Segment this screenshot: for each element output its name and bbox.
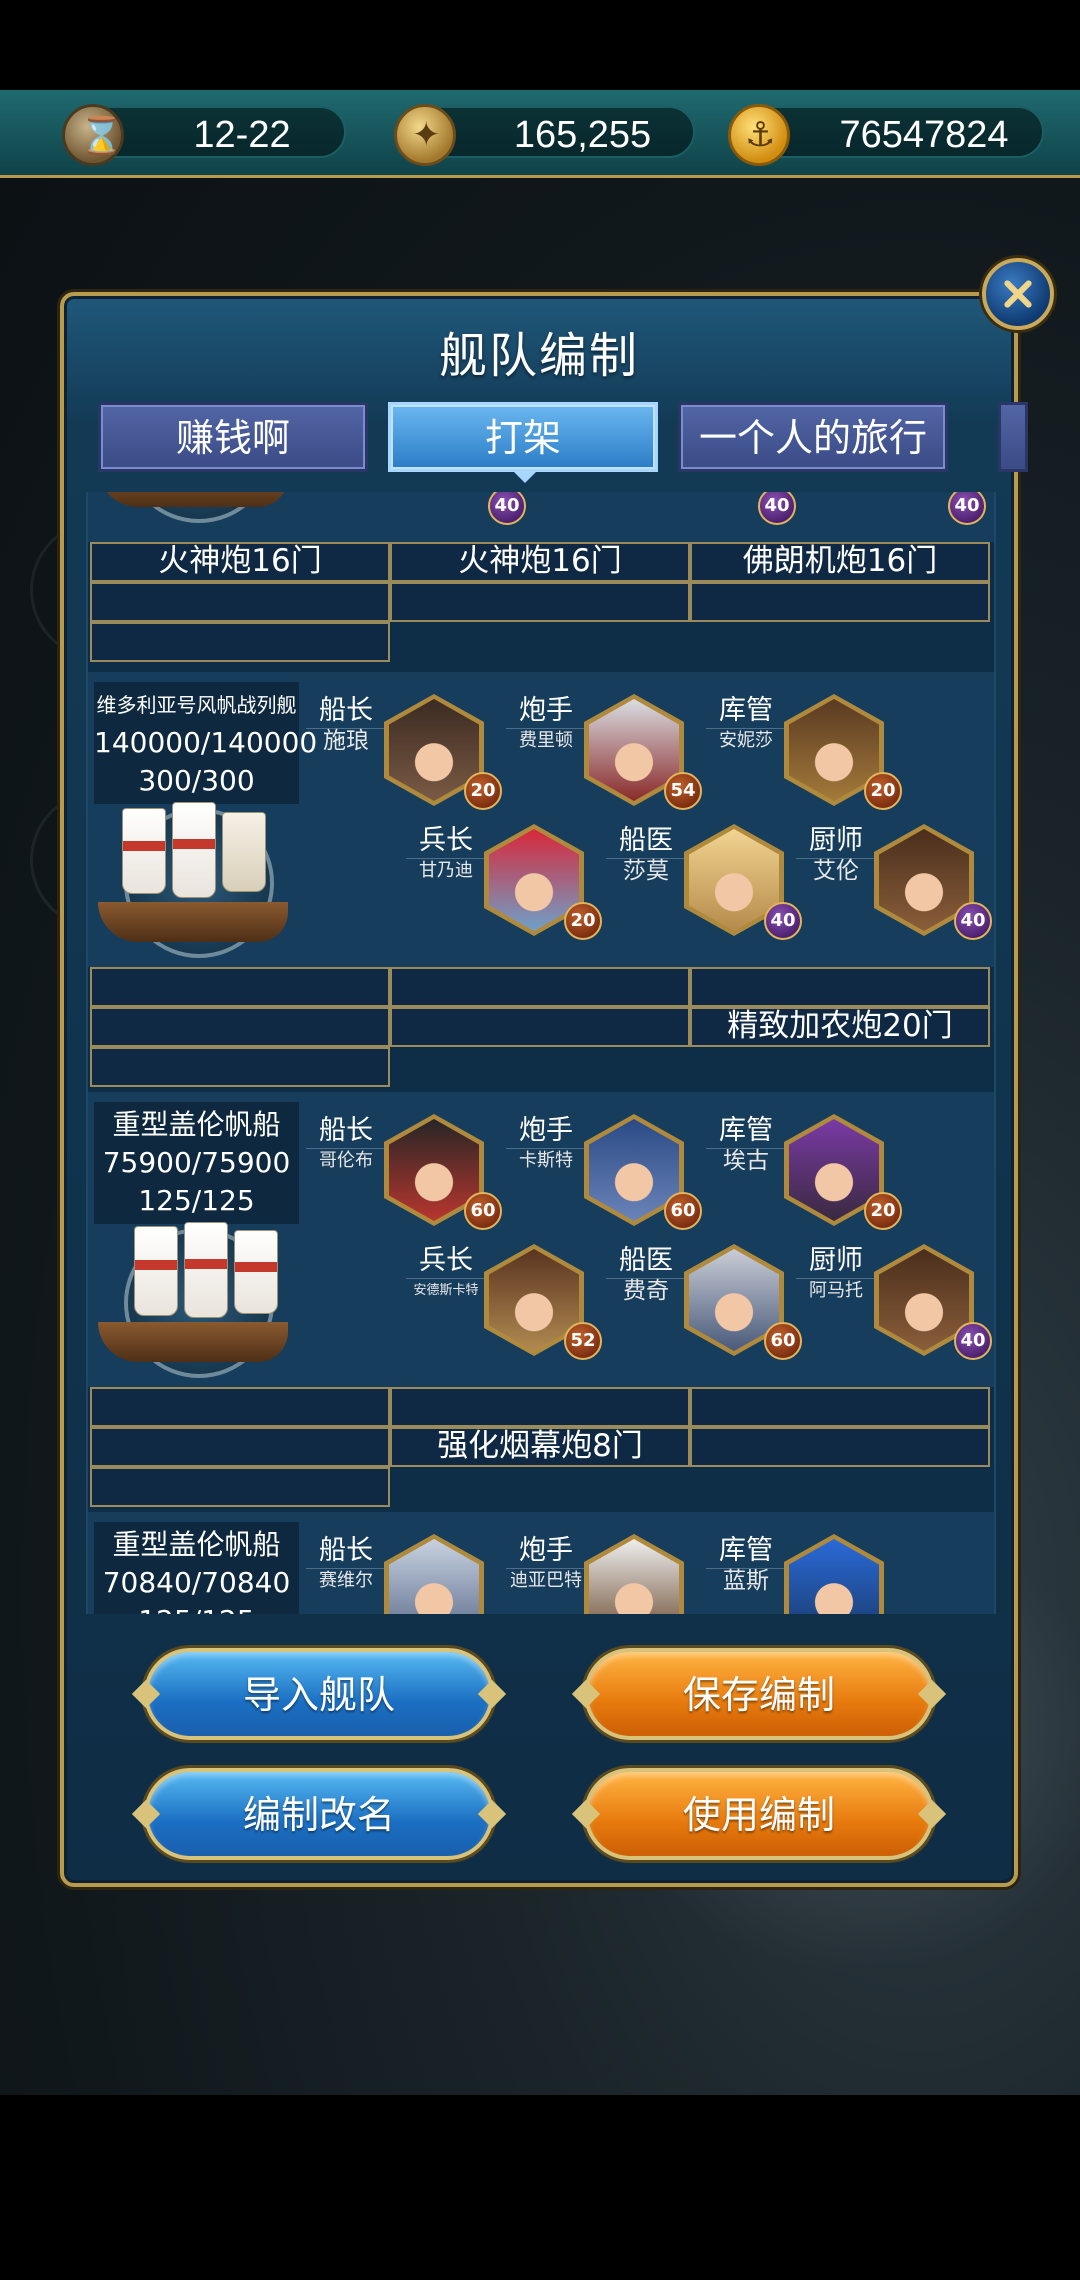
cannon-slot[interactable] — [90, 967, 390, 1007]
ship-name: 重型盖伦帆船 — [112, 1108, 281, 1141]
tab-earn-money[interactable]: 赚钱啊 — [98, 402, 368, 472]
ship-name: 维多利亚号风帆战列舰 — [96, 693, 297, 717]
ship-card[interactable]: 重型盖伦帆船 70840/70840 125/125 船长赛维尔 炮手迪亚巴特 … — [88, 1512, 994, 1614]
level-badge: 40 — [954, 902, 992, 940]
level-badge: 40 — [764, 902, 802, 940]
cannon-slot[interactable] — [390, 582, 690, 622]
ship-durability: 140000/140000 — [94, 726, 318, 759]
cannon-slots: 精致加农炮20门 — [88, 967, 994, 1087]
gold-value: 76547824 — [839, 114, 1009, 156]
panel-title: 舰队编制 — [438, 328, 639, 384]
level-badge: 52 — [564, 1322, 602, 1360]
level-badge: 60 — [664, 1192, 702, 1230]
ship-durability: 75900/75900 — [102, 1146, 291, 1179]
crew-role-doctor: 船医 费奇 — [606, 1244, 686, 1303]
ship-durability: 70840/70840 — [102, 1566, 291, 1599]
cannon-slot[interactable] — [690, 582, 990, 622]
ship-card[interactable]: 重型盖伦帆船 75900/75900 125/125 船长 哥伦布 60 炮手 卡斯… — [88, 1092, 994, 1387]
use-formation-button[interactable]: 使用编制 — [584, 1768, 934, 1860]
hourglass-icon — [62, 104, 124, 166]
cannon-slots: 强化烟幕炮8门 — [88, 1387, 994, 1507]
compass-counter: 165,255 — [394, 104, 695, 166]
tab-fight[interactable]: 打架 — [388, 402, 658, 483]
ship-info: 维多利亚号风帆战列舰 140000/140000 300/300 — [94, 682, 318, 804]
cannon-slot[interactable] — [90, 622, 390, 662]
cannon-slot[interactable]: 火神炮16门 — [390, 542, 690, 582]
cannon-slot[interactable] — [90, 1427, 390, 1467]
gold-counter: 76547824 — [728, 104, 1044, 166]
import-fleet-button[interactable]: 导入舰队 — [144, 1648, 494, 1740]
level-badge: 40 — [954, 1322, 992, 1360]
cannon-slot[interactable] — [390, 1387, 690, 1427]
cannon-slot[interactable] — [90, 1387, 390, 1427]
fleet-list[interactable]: 40 40 40 火神炮16门 火神炮16门 佛朗机炮16门 维多利亚号风帆战列… — [86, 492, 996, 1614]
level-badge: 20 — [564, 902, 602, 940]
ship-crew-count: 125/125 — [94, 1602, 299, 1614]
crew-role-captain: 船长 赛维尔 — [306, 1534, 386, 1593]
crew-portrait[interactable] — [784, 1534, 884, 1614]
crew-role-sergeant: 兵长 安德斯卡特 — [406, 1244, 486, 1303]
cannon-slot[interactable] — [90, 1467, 390, 1507]
ship-image — [94, 802, 304, 962]
cannon-slot[interactable] — [90, 1047, 390, 1087]
fleet-formation-panel: 舰队编制 赚钱啊 打架 一个人的旅行 40 40 40 火神炮16门 火神炮16… — [60, 292, 1028, 1887]
crew-portrait[interactable] — [384, 1534, 484, 1614]
crew-role-gunner: 炮手 费里顿 — [506, 694, 586, 753]
level-badge: 40 — [948, 492, 986, 525]
crew-role-captain: 船长 施琅 — [306, 694, 386, 753]
ship-crew-count: 300/300 — [138, 764, 255, 797]
level-badge: 60 — [764, 1322, 802, 1360]
level-badge: 40 — [488, 492, 526, 525]
date-counter: 12-22 — [62, 104, 346, 166]
resource-bar: 12-22 165,255 76547824 — [0, 90, 1080, 178]
compass-icon — [394, 104, 456, 166]
compass-value: 165,255 — [513, 114, 652, 156]
cannon-slot[interactable]: 精致加农炮20门 — [690, 1007, 990, 1047]
anchor-icon — [728, 104, 790, 166]
cannon-slots-previous: 火神炮16门 火神炮16门 佛朗机炮16门 — [88, 542, 994, 662]
crew-role-cook: 厨师 艾伦 — [796, 824, 876, 883]
crew-role-quartermaster: 库管 安妮莎 — [706, 694, 786, 753]
close-icon[interactable] — [982, 258, 1054, 330]
crew-role-quartermaster: 库管 蓝斯 — [706, 1534, 786, 1593]
ship-info: 重型盖伦帆船 75900/75900 125/125 — [94, 1102, 299, 1224]
crew-role-doctor: 船医 莎莫 — [606, 824, 686, 883]
cannon-slot[interactable] — [390, 967, 690, 1007]
cannon-slot[interactable] — [90, 1007, 390, 1047]
crew-role-cook: 厨师 阿马托 — [796, 1244, 876, 1303]
ship-name: 重型盖伦帆船 — [112, 1528, 281, 1561]
ship-crew-count: 125/125 — [138, 1184, 255, 1217]
ship-image — [94, 1222, 304, 1382]
ship-card[interactable]: 维多利亚号风帆战列舰 140000/140000 300/300 船长 施琅 20… — [88, 672, 994, 967]
ship-info: 重型盖伦帆船 70840/70840 125/125 — [94, 1522, 299, 1614]
crew-portrait[interactable] — [584, 1534, 684, 1614]
cannon-slot[interactable] — [690, 1387, 990, 1427]
cannon-slot[interactable]: 佛朗机炮16门 — [690, 542, 990, 582]
level-badge: 54 — [664, 772, 702, 810]
level-badge: 20 — [864, 772, 902, 810]
level-badge: 40 — [758, 492, 796, 525]
cannon-slot[interactable]: 火神炮16门 — [90, 542, 390, 582]
crew-role-quartermaster: 库管 埃古 — [706, 1114, 786, 1173]
crew-role-sergeant: 兵长 甘乃迪 — [406, 824, 486, 883]
level-badge: 20 — [464, 772, 502, 810]
cannon-slot[interactable]: 强化烟幕炮8门 — [390, 1427, 690, 1467]
crew-role-gunner: 炮手 迪亚巴特 — [506, 1534, 586, 1593]
ship-card-previous[interactable]: 40 40 40 — [88, 492, 994, 542]
date-value: 12-22 — [193, 114, 291, 156]
save-formation-button[interactable]: 保存编制 — [584, 1648, 934, 1740]
cannon-slot[interactable] — [690, 1427, 990, 1467]
tab-overflow[interactable] — [998, 402, 1028, 472]
level-badge: 20 — [864, 1192, 902, 1230]
rename-formation-button[interactable]: 编制改名 — [144, 1768, 494, 1860]
cannon-slot[interactable] — [90, 582, 390, 622]
level-badge: 60 — [464, 1192, 502, 1230]
crew-role-captain: 船长 哥伦布 — [306, 1114, 386, 1173]
crew-role-gunner: 炮手 卡斯特 — [506, 1114, 586, 1173]
tab-solo-voyage[interactable]: 一个人的旅行 — [678, 402, 948, 472]
cannon-slot[interactable] — [390, 1007, 690, 1047]
cannon-slot[interactable] — [690, 967, 990, 1007]
